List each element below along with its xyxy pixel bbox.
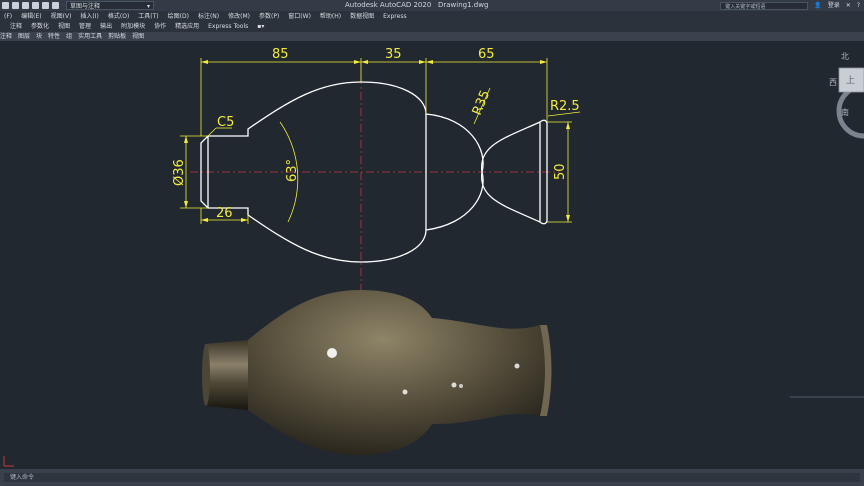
viewcube-west[interactable]: 西 (829, 77, 837, 88)
viewcube-south[interactable]: 南 (841, 107, 849, 118)
open-icon[interactable] (2, 2, 9, 9)
panel-groups[interactable]: 组 (66, 32, 72, 41)
panel-view[interactable]: 视图 (132, 32, 144, 41)
panel-annotate[interactable]: 注释 (0, 32, 12, 41)
tab-featured-apps[interactable]: 精选应用 (175, 22, 199, 32)
undo-icon[interactable] (42, 2, 49, 9)
panel-properties[interactable]: 特性 (48, 32, 60, 41)
dim-dia36: Ø36 (172, 159, 187, 186)
login-label[interactable]: 登录 (828, 0, 840, 11)
menu-item-format[interactable]: 格式(O) (108, 11, 129, 22)
menu-bar: (F) 编辑(E) 视图(V) 插入(I) 格式(O) 工具(T) 绘图(D) … (0, 11, 864, 22)
title-bar: 草图与注释 ▾ Autodesk AutoCAD 2020 Drawing1.d… (0, 0, 864, 11)
dimension-texts: 85 35 65 C5 R35 R2.5 Ø36 63° 26 50 (172, 47, 580, 221)
command-line-bar: 键入命令 (0, 469, 864, 486)
center-lines (190, 60, 560, 290)
panel-clipboard[interactable]: 剪贴板 (108, 32, 126, 41)
dim-85: 85 (272, 47, 289, 62)
tab-annotate[interactable]: 注释 (10, 22, 22, 32)
drawing-canvas[interactable]: 85 35 65 C5 R35 R2.5 Ø36 63° 26 50 (0, 41, 864, 468)
panel-utilities[interactable]: 实用工具 (78, 32, 102, 41)
redo-icon[interactable] (52, 2, 59, 9)
save-as-icon[interactable] (22, 2, 29, 9)
dim-r2-5: R2.5 (550, 99, 580, 114)
dim-50: 50 (553, 163, 568, 180)
user-icon[interactable]: 👤 (814, 0, 821, 11)
menu-item-help[interactable]: 帮助(H) (320, 11, 341, 22)
help-icon[interactable]: ? (857, 0, 860, 11)
tab-view[interactable]: 视图 (58, 22, 70, 32)
plot-icon[interactable] (32, 2, 39, 9)
tab-output[interactable]: 输出 (100, 22, 112, 32)
menu-item-window[interactable]: 窗口(W) (288, 11, 311, 22)
specular-highlight (327, 348, 337, 358)
ucs-icon (3, 456, 14, 467)
dim-35: 35 (385, 47, 402, 62)
command-input[interactable]: 键入命令 (4, 473, 860, 482)
file-name: Drawing1.dwg (437, 1, 489, 9)
save-icon[interactable] (12, 2, 19, 9)
tab-express-tools[interactable]: Express Tools (208, 22, 248, 32)
dim-c5: C5 (217, 115, 234, 130)
cart-icon[interactable]: ✕ (846, 0, 851, 11)
viewcube-north[interactable]: 北 (841, 51, 849, 62)
search-input[interactable]: 键入关键字或短语 (720, 1, 809, 10)
tab-collaborate[interactable]: 协作 (154, 22, 166, 32)
title-right: 键入关键字或短语 👤 登录 ✕ ? (720, 0, 864, 11)
menu-item-dimension[interactable]: 标注(N) (198, 11, 219, 22)
menu-item-file[interactable]: (F) (4, 11, 12, 22)
menu-item-data-view[interactable]: 数据视图 (350, 11, 374, 22)
dim-r35: R35 (470, 88, 493, 117)
panel-layers[interactable]: 图层 (18, 32, 30, 41)
ribbon-tabs: 注释 参数化 视图 管理 输出 附加模块 协作 精选应用 Express Too… (0, 22, 864, 32)
panel-block[interactable]: 块 (36, 32, 42, 41)
tab-manage[interactable]: 管理 (79, 22, 91, 32)
workspace-label: 草图与注释 (70, 3, 101, 10)
menu-item-draw[interactable]: 绘图(D) (168, 11, 189, 22)
dimension-arrows (184, 60, 570, 222)
menu-item-view[interactable]: 视图(V) (51, 11, 72, 22)
menu-item-modify[interactable]: 修改(M) (228, 11, 250, 22)
chevron-down-icon: ▾ (146, 3, 150, 10)
app-title: Autodesk AutoCAD 2020 (345, 1, 432, 9)
vase-3d-render[interactable] (202, 290, 552, 455)
ribbon-panels: 注释 图层 块 特性 组 实用工具 剪贴板 视图 (0, 32, 864, 41)
menu-item-insert[interactable]: 插入(I) (80, 11, 98, 22)
dim-26: 26 (216, 206, 233, 221)
quick-access-toolbar: 草图与注释 ▾ (0, 0, 154, 11)
workspace-select[interactable]: 草图与注释 ▾ (66, 1, 154, 10)
dim-65: 65 (478, 47, 495, 62)
tab-addins[interactable]: 附加模块 (121, 22, 145, 32)
menu-item-parametric[interactable]: 参数(P) (259, 11, 279, 22)
dim-63deg: 63° (285, 159, 300, 182)
menu-item-tools[interactable]: 工具(T) (138, 11, 158, 22)
viewcube[interactable]: 北 西 上 南 (826, 49, 864, 149)
menu-item-edit[interactable]: 编辑(E) (21, 11, 41, 22)
window-title: Autodesk AutoCAD 2020 Drawing1.dwg (345, 0, 488, 11)
menu-item-express[interactable]: Express (383, 11, 406, 22)
viewcube-top[interactable]: 上 (846, 73, 855, 86)
ribbon-toggle-icon[interactable]: ▪▾ (257, 22, 264, 32)
tab-parametric[interactable]: 参数化 (31, 22, 49, 32)
